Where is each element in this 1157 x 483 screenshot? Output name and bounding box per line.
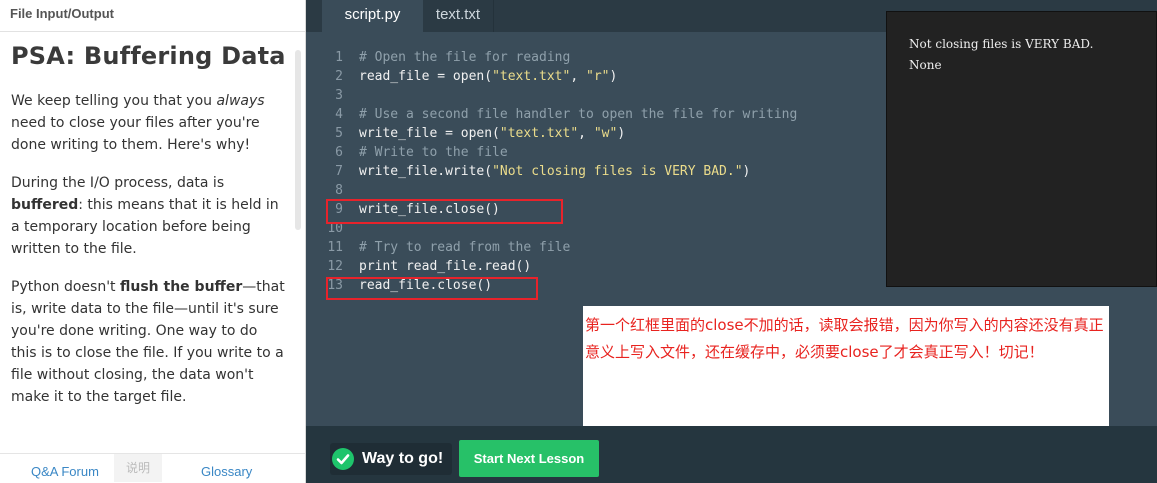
code-token: write_file = open( — [359, 126, 500, 141]
line-number: 4 — [335, 107, 343, 122]
qa-forum-link[interactable]: Q&A Forum — [31, 464, 99, 479]
line-number: 3 — [335, 88, 343, 103]
line-number: 7 — [335, 164, 343, 179]
tab-script-py[interactable]: script.py — [322, 0, 423, 32]
output-line: None — [909, 58, 942, 72]
highlight-box-write-close — [326, 199, 563, 224]
code-token: # Write to the file — [359, 145, 508, 160]
code-token: "w" — [593, 126, 618, 141]
code-token: "text.txt" — [492, 69, 571, 84]
line-number: 5 — [335, 126, 343, 141]
lesson-title: PSA: Buffering Data — [11, 42, 286, 70]
term-buffered: buffered — [11, 197, 79, 213]
course-section-title: File Input/Output — [0, 0, 305, 32]
code-text: # Open the file for reading — [359, 48, 570, 67]
code-text: read_file = open("text.txt", "r") — [359, 67, 617, 86]
text: Python doesn't — [11, 279, 120, 295]
emphasis: always — [216, 93, 265, 109]
success-badge: Way to go! — [330, 443, 452, 475]
line-number: 11 — [327, 240, 343, 255]
code-token: # Try to read from the file — [359, 240, 571, 255]
line-number: 6 — [335, 145, 343, 160]
start-next-lesson-button[interactable]: Start Next Lesson — [459, 440, 599, 477]
line-number: 8 — [335, 183, 343, 198]
line-number: 12 — [327, 259, 343, 274]
code-token: "r" — [586, 69, 610, 84]
tab-text-txt[interactable]: text.txt — [423, 0, 494, 32]
lesson-content: PSA: Buffering Data We keep telling you … — [11, 40, 287, 424]
lesson-paragraph-2: During the I/O process, data is buffered… — [11, 172, 287, 260]
code-token: # Open the file for reading — [359, 50, 571, 65]
highlight-box-read-close — [326, 277, 538, 300]
text: We keep telling you that you — [11, 93, 217, 109]
code-token: ) — [617, 126, 626, 141]
text: —that is, write data to the file—until i… — [11, 279, 285, 405]
output-console: Not closing files is VERY BAD. None — [886, 11, 1157, 287]
code-text: # Try to read from the file — [359, 238, 570, 257]
lesson-panel: File Input/Output PSA: Buffering Data We… — [0, 0, 306, 483]
lesson-paragraph-3: Python doesn't flush the buffer—that is,… — [11, 276, 287, 408]
glossary-link[interactable]: Glossary — [201, 464, 252, 479]
output-line: Not closing files is VERY BAD. — [909, 37, 1094, 51]
code-text: print read_file.read() — [359, 257, 531, 276]
code-text: # Use a second file handler to open the … — [359, 105, 797, 124]
code-token: # Use a second file handler to open the … — [359, 107, 798, 122]
code-token: , — [578, 126, 594, 141]
lesson-footer: Q&A Forum 说明 Glossary — [0, 453, 305, 483]
checkmark-icon — [332, 448, 354, 470]
text: need to close your files after you're do… — [11, 115, 260, 153]
code-token: "text.txt" — [499, 126, 579, 141]
code-text: write_file = open("text.txt", "w") — [359, 124, 625, 143]
code-token: write_file.write( — [359, 164, 493, 179]
line-number: 1 — [335, 50, 343, 65]
code-text: write_file.write("Not closing files is V… — [359, 162, 750, 181]
annotation-note: 第一个红框里面的close不加的话，读取会报错，因为你写入的内容还没有真正意义上… — [583, 306, 1109, 426]
code-token: ) — [742, 164, 751, 179]
code-token: ) — [609, 69, 618, 84]
instructions-tab[interactable]: 说明 — [114, 454, 162, 482]
code-token: read_file = open( — [359, 69, 493, 84]
lesson-paragraph-1: We keep telling you that you always need… — [11, 90, 287, 156]
code-text: # Write to the file — [359, 143, 508, 162]
code-token: print read_file.read() — [359, 259, 532, 274]
text: During the I/O process, data is — [11, 175, 225, 191]
code-token: , — [570, 69, 586, 84]
code-token: "Not closing files is VERY BAD." — [492, 164, 743, 179]
line-number: 2 — [335, 69, 343, 84]
lesson-scrollbar[interactable] — [295, 50, 301, 230]
success-message: Way to go! — [362, 450, 444, 467]
term-flush-buffer: flush the buffer — [120, 279, 243, 295]
